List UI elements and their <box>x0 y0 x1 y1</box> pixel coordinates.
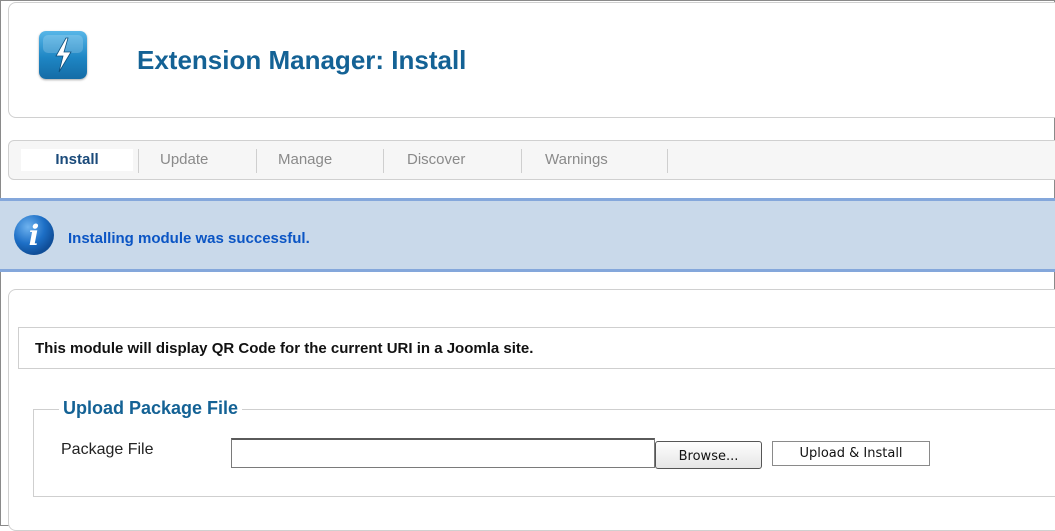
tab-update[interactable]: Update <box>160 149 208 171</box>
message-text: Installing module was successful. <box>68 230 310 247</box>
package-file-input[interactable] <box>231 438 655 468</box>
tab-separator <box>521 149 522 173</box>
tab-warnings[interactable]: Warnings <box>545 149 608 171</box>
info-icon: i <box>14 215 54 255</box>
svg-text:i: i <box>29 219 40 252</box>
lightning-bolt-icon <box>39 31 87 79</box>
extension-description: This module will display QR Code for the… <box>35 340 534 357</box>
upload-install-button[interactable]: Upload & Install <box>772 441 930 466</box>
browse-button[interactable]: Browse... <box>655 441 762 469</box>
tab-discover[interactable]: Discover <box>407 149 465 171</box>
tab-install[interactable]: Install <box>21 149 133 171</box>
page-header: Extension Manager: Install <box>8 2 1055 118</box>
upload-legend: Upload Package File <box>59 398 243 419</box>
submenu-tabs: Install Update Manage Discover Warnings <box>8 140 1055 180</box>
tab-manage[interactable]: Manage <box>278 149 332 171</box>
tab-separator <box>667 149 668 173</box>
tab-separator <box>256 149 257 173</box>
tab-separator <box>383 149 384 173</box>
tab-separator <box>138 149 139 173</box>
package-file-label: Package File <box>61 441 154 458</box>
system-message: i Installing module was successful. <box>0 198 1055 272</box>
page-title: Extension Manager: Install <box>137 45 467 75</box>
